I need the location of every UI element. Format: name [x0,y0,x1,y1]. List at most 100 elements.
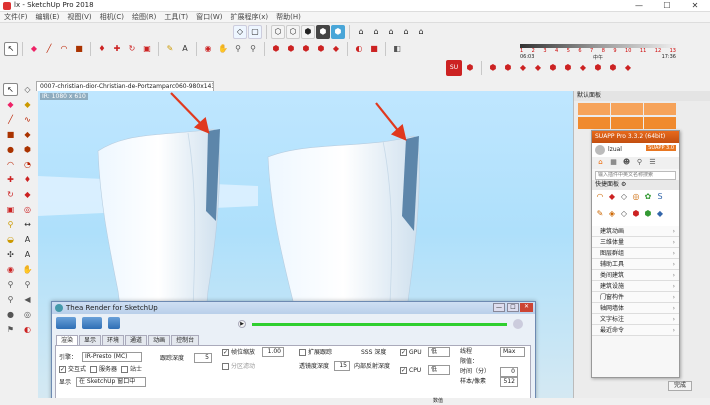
orbit-icon[interactable]: ◉ [201,42,215,56]
shadow-time-slider[interactable]: 1 2 3 4 5 6 7 8 9 10 11 12 13 06:03 中午 17:36 [520,44,676,61]
quick-tool-11-icon[interactable]: ⬢ [643,209,653,219]
tab-console[interactable]: 控制台 [171,335,200,345]
component-tool-icon[interactable]: ◇ [20,83,35,96]
component-icon[interactable]: ⬢ [269,42,283,56]
tool-e-icon[interactable]: ⬢ [546,61,560,75]
search-icon[interactable]: ⚲ [635,158,644,167]
suapp-quick-panel[interactable]: 快捷面板 ⚙ [592,180,679,190]
suapp-logo-icon[interactable]: SU [446,60,462,76]
share-icon[interactable]: ⌂ [369,25,383,39]
axes-tool-icon[interactable]: ✣ [3,248,18,261]
res-scale-checkbox[interactable]: ✓ [222,349,229,356]
menu-window[interactable]: 窗口(W) [192,12,226,23]
tool-b-icon[interactable]: ⬢ [501,61,515,75]
interactive-checkbox[interactable]: ✓ [59,366,66,373]
scale-icon[interactable]: ▣ [140,42,154,56]
tool-i-icon[interactable]: ⬢ [606,61,620,75]
rotate-tool-icon[interactable]: ↻ [3,188,18,201]
dimension-tool-icon[interactable]: ↔ [20,218,35,231]
tape-icon[interactable]: ✎ [163,42,177,56]
section-fill-icon[interactable]: ■ [367,42,381,56]
polygon-tool-icon[interactable]: ⬢ [20,143,35,156]
tape-tool-icon[interactable]: ⚲ [3,218,18,231]
transparency-depth-input[interactable]: 15 [334,361,350,371]
home-icon[interactable]: ⌂ [384,25,398,39]
home-icon[interactable]: ⌂ [596,158,605,167]
suapp-menu-item[interactable]: 三维体量 [592,237,679,248]
rotated-rect-icon[interactable]: ◆ [20,128,35,141]
follow-me-icon[interactable]: ◆ [20,188,35,201]
tab-render[interactable]: 渲染 [56,335,79,345]
grid-icon[interactable]: ▦ [609,158,618,167]
iso-view-icon[interactable]: ◇ [233,25,247,39]
gear-icon[interactable]: ⚙ [621,181,626,188]
quick-tool-5-icon[interactable]: ✿ [643,192,653,202]
menu-camera[interactable]: 相机(C) [96,12,128,23]
line-tool-icon[interactable]: ╱ [3,113,18,126]
zoom-window-icon[interactable]: ⚲ [20,278,35,291]
rotate-icon[interactable]: ↻ [125,42,139,56]
swatch-1[interactable] [578,103,610,115]
menu-icon[interactable]: ☰ [648,158,657,167]
tool-a-icon[interactable]: ⬢ [486,61,500,75]
quick-tool-8-icon[interactable]: ◈ [607,209,617,219]
push-pull-icon[interactable]: ♦ [95,42,109,56]
quick-tool-6-icon[interactable]: S [655,192,665,202]
eraser-icon[interactable]: ◆ [27,42,41,56]
tool-g-icon[interactable]: ◆ [576,61,590,75]
menu-extensions[interactable]: 扩展程序(x) [226,12,272,23]
done-button[interactable]: 完成 [668,381,692,391]
text-tool-icon[interactable]: A [20,233,35,246]
rectangle-tool-icon[interactable]: ■ [3,128,18,141]
quick-tool-1-icon[interactable]: ◠ [595,192,605,202]
xray-icon[interactable]: ⬡ [271,25,285,39]
3d-text-icon[interactable]: A [20,248,35,261]
select-icon[interactable]: ↖ [4,42,18,56]
pan-icon[interactable]: ✋ [216,42,230,56]
circle-tool-icon[interactable]: ● [3,143,18,156]
protractor-icon[interactable]: ◒ [3,233,18,246]
suapp-menu-item[interactable]: 辅助工具 [592,259,679,270]
section-icon[interactable]: ◐ [352,42,366,56]
maximize-button[interactable]: ☐ [653,0,681,12]
tool-h-icon[interactable]: ⬢ [591,61,605,75]
select-tool-icon[interactable]: ↖ [3,83,18,96]
tab-environment[interactable]: 环境 [102,335,125,345]
sphere-icon[interactable]: ⬢ [463,61,477,75]
styles-icon[interactable]: ⬢ [299,42,313,56]
offset-tool-icon[interactable]: ◎ [20,203,35,216]
eraser-tool-icon[interactable]: ◆ [3,98,18,111]
tab-channels[interactable]: 通道 [125,335,148,345]
scenes-icon[interactable]: ⬢ [314,42,328,56]
avatar[interactable] [595,145,605,155]
materials-icon[interactable]: ⬢ [284,42,298,56]
menu-tools[interactable]: 工具(T) [160,12,192,23]
paint-bucket-icon[interactable]: ◆ [20,98,35,111]
menu-help[interactable]: 帮助(H) [272,12,305,23]
thea-maximize-button[interactable]: ☐ [507,303,519,312]
menu-file[interactable]: 文件(F) [0,12,32,23]
swatch-5[interactable] [611,117,643,129]
tab-display[interactable]: 显示 [79,335,102,345]
menu-edit[interactable]: 编辑(E) [32,12,64,23]
thea-close-button[interactable]: ✕ [520,303,533,312]
push-pull-tool-icon[interactable]: ♦ [20,173,35,186]
gpu-priority-select[interactable]: 低 [428,347,450,357]
suapp-menu-item[interactable]: 建筑动画 [592,226,679,237]
close-button[interactable]: ✕ [681,0,709,12]
quick-tool-4-icon[interactable]: ◎ [631,192,641,202]
scale-tool-icon[interactable]: ▣ [3,203,18,216]
threads-select[interactable]: Max [500,347,525,357]
suapp-search-input[interactable] [595,170,676,180]
rectangle-icon[interactable]: ■ [72,42,86,56]
tool-c-icon[interactable]: ◆ [516,61,530,75]
trace-depth-input[interactable]: 5 [194,353,212,363]
menu-view[interactable]: 视图(V) [63,12,95,23]
arc-tool-icon[interactable]: ◠ [3,158,18,171]
render-production-button[interactable] [82,317,102,329]
quick-tool-7-icon[interactable]: ✎ [595,209,605,219]
samples-input[interactable]: 512 [500,377,518,387]
look-around-icon[interactable]: ◎ [20,308,35,321]
quick-tool-3-icon[interactable]: ◇ [619,192,629,202]
suapp-menu-item[interactable]: 文字标注 [592,314,679,325]
